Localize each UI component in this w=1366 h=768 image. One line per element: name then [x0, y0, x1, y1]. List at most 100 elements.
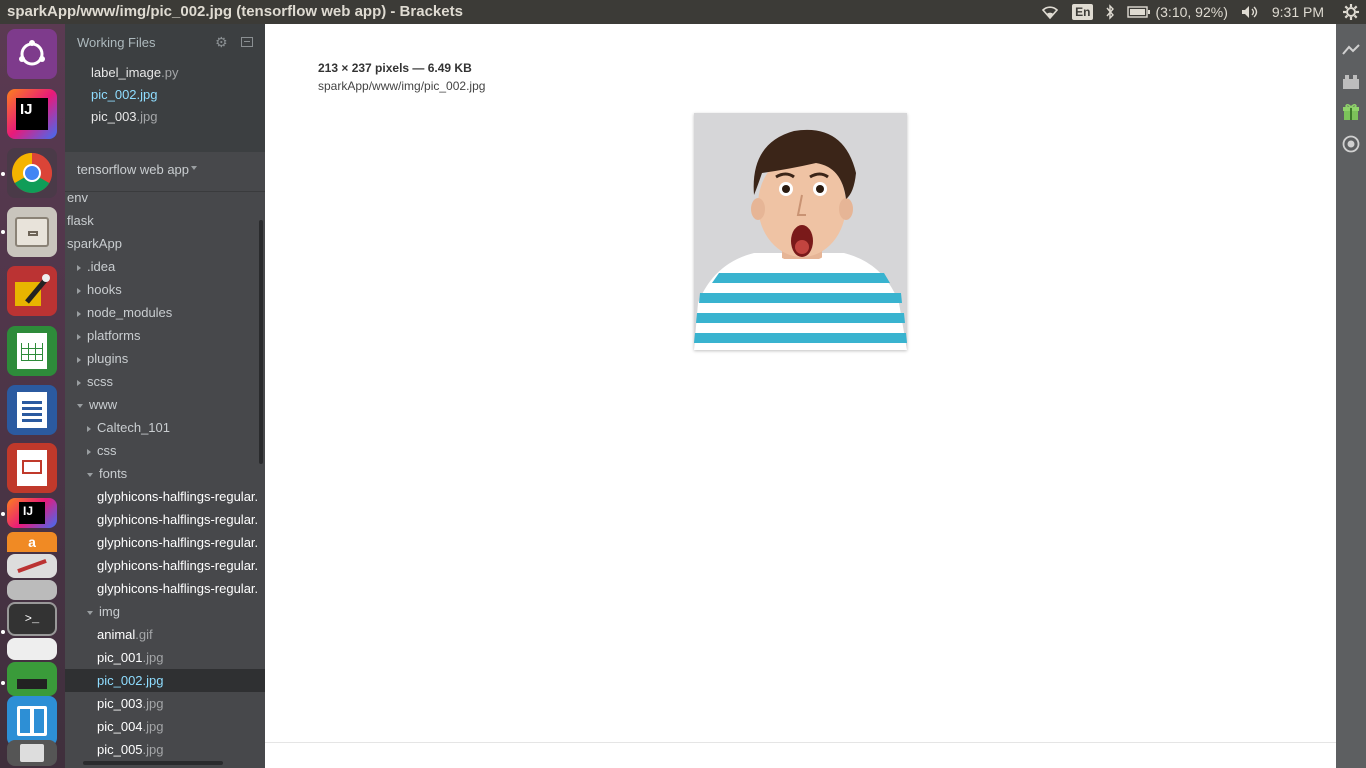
tree-item-name: glyphicons-halflings-regular.	[97, 558, 259, 573]
tree-item-name: glyphicons-halflings-regular.	[97, 535, 259, 550]
tree-item-name: img	[99, 604, 120, 619]
text-editor-icon[interactable]	[7, 554, 57, 578]
tree-item-ext: .gif	[135, 627, 153, 642]
file-name: pic_002	[91, 87, 137, 102]
file-ext: .jpg	[136, 87, 158, 102]
volume-icon[interactable]	[1240, 4, 1260, 20]
tree-file[interactable]: animal.gif	[65, 623, 265, 646]
tree-file[interactable]: pic_003.jpg	[65, 692, 265, 715]
circle-target-icon[interactable]	[1341, 134, 1361, 154]
tree-item-ext: .jpg	[142, 696, 164, 711]
working-files-header: Working Files	[77, 35, 156, 50]
tree-folder[interactable]: Caltech_101	[65, 416, 265, 439]
tree-folder-root[interactable]: flask	[65, 209, 265, 232]
libreoffice-calc-icon[interactable]	[7, 326, 57, 376]
image-editor-icon[interactable]	[7, 266, 57, 316]
chevron-down-icon[interactable]	[87, 472, 93, 477]
tree-file[interactable]: glyphicons-halflings-regular.	[65, 531, 265, 554]
tree-folder[interactable]: .idea	[65, 255, 265, 278]
image-viewer: 213 × 237 pixels — 6.49 KB sparkApp/www/…	[265, 24, 1336, 768]
tree-item-name: animal	[97, 627, 136, 642]
terminal-icon[interactable]: >_	[7, 602, 57, 636]
tree-item-name: node_modules	[87, 305, 173, 320]
tree-item-ext: .jpg	[142, 719, 164, 734]
battery-indicator[interactable]: (3:10, 92%)	[1127, 4, 1228, 20]
tree-file[interactable]: glyphicons-halflings-regular.	[65, 554, 265, 577]
session-gear-icon[interactable]	[1342, 3, 1360, 21]
working-file-item[interactable]: pic_003.jpg	[91, 109, 158, 124]
tree-folder-root[interactable]: env	[65, 186, 265, 209]
tree-folder[interactable]: platforms	[65, 324, 265, 347]
clock[interactable]: 9:31 PM	[1272, 4, 1324, 20]
wifi-icon[interactable]	[1040, 4, 1060, 20]
tree-folder[interactable]: css	[65, 439, 265, 462]
extension-manager-icon[interactable]	[1341, 72, 1361, 92]
chevron-right-icon[interactable]	[87, 448, 91, 455]
tree-file[interactable]: glyphicons-halflings-regular.	[65, 508, 265, 531]
chevron-right-icon[interactable]	[77, 287, 81, 294]
tree-folder[interactable]: node_modules	[65, 301, 265, 324]
split-view-icon[interactable]	[241, 37, 253, 47]
tree-vertical-scrollbar[interactable]	[259, 220, 263, 464]
tree-folder[interactable]: img	[65, 600, 265, 623]
tree-file[interactable]: glyphicons-halflings-regular.	[65, 577, 265, 600]
tree-item-name: Caltech_101	[97, 420, 170, 435]
tree-item-name: glyphicons-halflings-regular.	[97, 489, 259, 504]
bluetooth-icon[interactable]	[1105, 4, 1115, 20]
tree-folder[interactable]: scss	[65, 370, 265, 393]
tree-item-name: plugins	[87, 351, 129, 366]
tree-file-selected[interactable]: pic_002.jpg	[65, 669, 265, 692]
tree-item-name: pic_005	[97, 742, 143, 757]
tree-item-name: pic_002	[97, 673, 143, 688]
keyboard-layout-indicator[interactable]: En	[1072, 4, 1094, 20]
live-preview-icon[interactable]	[1341, 40, 1361, 60]
running-indicator	[1, 230, 5, 234]
trash-icon[interactable]	[7, 740, 57, 766]
chevron-right-icon[interactable]	[87, 425, 91, 432]
amazon-icon[interactable]: a	[7, 532, 57, 552]
running-indicator	[1, 512, 5, 516]
ubuntu-dash-icon[interactable]	[7, 29, 57, 79]
file-ext: .jpg	[136, 109, 158, 124]
file-tree: env flask sparkApp .idea hooks node_modules pl…	[65, 190, 265, 768]
tree-item-name: glyphicons-halflings-regular.	[97, 581, 259, 596]
text-editor-2-icon[interactable]	[7, 638, 57, 660]
chevron-right-icon[interactable]	[77, 379, 81, 386]
tree-item-name: pic_004	[97, 719, 143, 734]
workspace-switcher-icon[interactable]	[7, 696, 57, 746]
chevron-right-icon[interactable]	[77, 310, 81, 317]
chevron-down-icon[interactable]	[77, 403, 83, 408]
tree-file[interactable]: pic_004.jpg	[65, 715, 265, 738]
tree-folder[interactable]: fonts	[65, 462, 265, 485]
running-indicator	[1, 681, 5, 685]
chevron-right-icon[interactable]	[77, 333, 81, 340]
gear-icon[interactable]: ⚙	[215, 34, 228, 51]
tree-horizontal-scrollbar[interactable]	[83, 761, 223, 765]
google-chrome-icon[interactable]	[7, 148, 57, 198]
tree-item-ext: .jpg	[142, 650, 164, 665]
libreoffice-impress-icon[interactable]	[7, 443, 57, 493]
files-icon[interactable]	[7, 207, 57, 257]
tree-folder[interactable]: hooks	[65, 278, 265, 301]
disk-icon[interactable]	[7, 580, 57, 600]
libreoffice-writer-icon[interactable]	[7, 385, 57, 435]
tree-item-name: fonts	[99, 466, 128, 481]
extension-gift-icon[interactable]	[1341, 102, 1361, 122]
tree-file[interactable]: glyphicons-halflings-regular.	[65, 485, 265, 508]
file-ext: .py	[161, 65, 179, 80]
intellij-idea-running-icon[interactable]: IJ	[7, 498, 57, 528]
chevron-right-icon[interactable]	[77, 356, 81, 363]
working-file-item-active[interactable]: pic_002.jpg	[91, 87, 158, 102]
tree-item-name: www	[89, 397, 118, 412]
tree-file[interactable]: pic_001.jpg	[65, 646, 265, 669]
tree-folder[interactable]: plugins	[65, 347, 265, 370]
intellij-idea-icon[interactable]: IJ	[7, 89, 57, 139]
chevron-right-icon[interactable]	[77, 264, 81, 271]
status-divider	[265, 742, 1336, 743]
chevron-down-icon[interactable]	[87, 610, 93, 615]
tree-folder[interactable]: www	[65, 393, 265, 416]
working-file-item[interactable]: label_image.py	[91, 65, 178, 80]
tree-folder-root[interactable]: sparkApp	[65, 232, 265, 255]
software-center-icon[interactable]	[7, 662, 57, 696]
tree-file[interactable]: pic_005.jpg	[65, 738, 265, 761]
